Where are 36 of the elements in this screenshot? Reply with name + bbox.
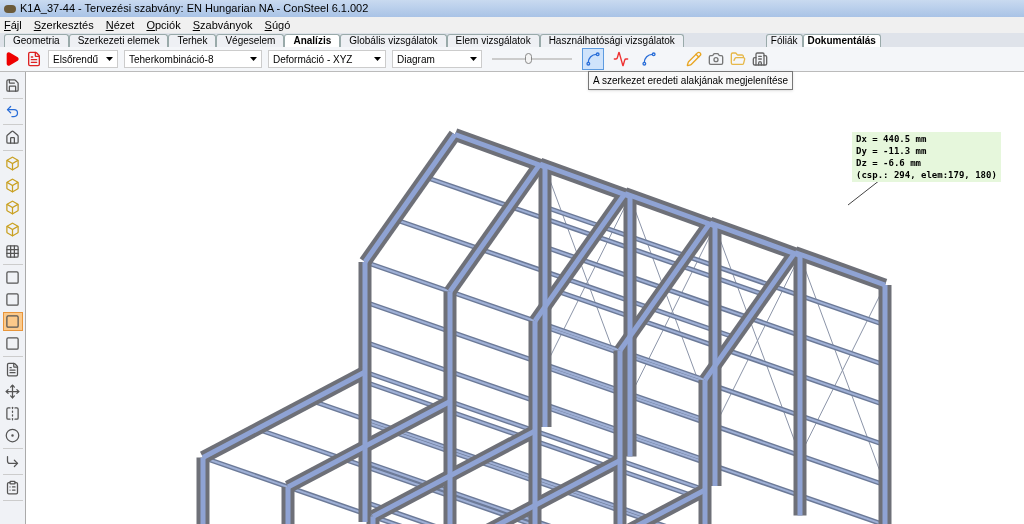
ribbon-tab[interactable]: Geometria: [4, 34, 69, 47]
ribbon-tab[interactable]: Globális vizsgálatok: [340, 34, 447, 47]
menu-item[interactable]: Opciók: [146, 16, 181, 34]
caret-icon: [250, 57, 257, 61]
camera-icon[interactable]: [708, 51, 724, 67]
window-title: K1A_37-44 - Tervezési szabvány: EN Hungarian NA - ConSteel 6.1.002: [20, 1, 369, 17]
dropdown[interactable]: Elsőrendű: [48, 50, 118, 68]
shape-icon[interactable]: [2, 312, 23, 331]
dropdown[interactable]: Teherkombináció-8: [124, 50, 262, 68]
caret-icon: [106, 57, 113, 61]
run-report-icon[interactable]: [26, 51, 42, 67]
menu-item[interactable]: Szerkesztés: [33, 16, 94, 34]
menu-item[interactable]: Nézet: [105, 16, 135, 34]
menu-item[interactable]: Súgó: [264, 16, 291, 34]
ribbon-tab[interactable]: Használhatósági vizsgálatok: [539, 34, 684, 47]
app-icon: [4, 4, 16, 13]
ribbon-tab[interactable]: Szerkezeti elemek: [68, 34, 169, 47]
menu-item[interactable]: Szabványok: [192, 16, 253, 34]
dropdown[interactable]: Deformáció - XYZ: [268, 50, 386, 68]
structure-info-icon[interactable]: [752, 51, 768, 67]
ribbon-tab[interactable]: Terhek: [168, 34, 217, 47]
ribbon-tab[interactable]: Dokumentálás: [802, 34, 881, 47]
ribbon-tab[interactable]: Fóliák: [765, 34, 803, 47]
dropdown[interactable]: Diagram: [392, 50, 482, 68]
result-label: Dx = 440.5 mm Dy = -11.3 mm Dz = -6.6 mm (csp.: 294, elem:179, 180): [852, 132, 1001, 182]
tooltip: A szerkezet eredeti alakjának megjelenítése: [588, 71, 794, 90]
deformed-shape-button[interactable]: [582, 48, 604, 70]
ribbon-tab[interactable]: Elem vizsgálatok: [446, 34, 540, 47]
ribbon-tab[interactable]: Analízis: [284, 34, 341, 47]
run-icon[interactable]: [4, 51, 20, 67]
slider-thumb[interactable]: [524, 53, 532, 64]
caret-icon: [470, 57, 477, 61]
leader-line: [847, 179, 881, 206]
menu-item[interactable]: Fájl: [4, 16, 22, 34]
caret-icon: [374, 57, 381, 61]
ribbon-tab[interactable]: Végeselem: [216, 34, 285, 47]
